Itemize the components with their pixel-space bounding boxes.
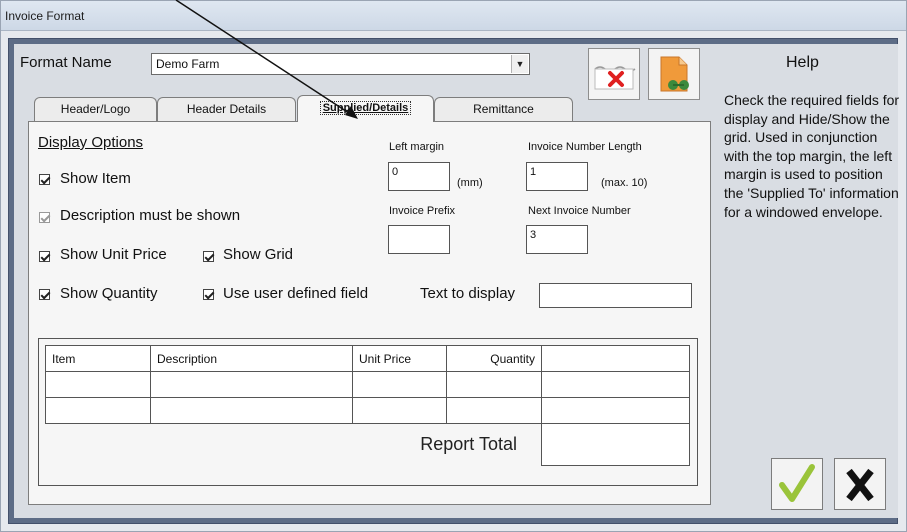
format-name-label: Format Name (20, 54, 112, 71)
column-header-extra (541, 345, 690, 372)
invoice-prefix-label: Invoice Prefix (389, 205, 456, 217)
table-cell (45, 371, 151, 398)
table-cell (352, 371, 447, 398)
column-header-unit-price: Unit Price (352, 345, 447, 372)
tab-header-logo[interactable]: Header/Logo (34, 97, 157, 121)
next-invoice-number-label: Next Invoice Number (528, 205, 631, 217)
delete-document-icon (594, 66, 636, 90)
display-options-heading: Display Options (38, 134, 144, 151)
column-header-description: Description (150, 345, 353, 372)
window-title: Invoice Format (5, 9, 85, 23)
show-item-checkbox[interactable] (39, 174, 50, 185)
tab-header-details[interactable]: Header Details (157, 97, 296, 121)
text-to-display-input[interactable] (539, 283, 692, 308)
left-margin-unit: (mm) (457, 177, 483, 189)
title-bar[interactable]: Invoice Format (1, 1, 906, 31)
use-user-defined-field-checkbox[interactable] (203, 289, 214, 300)
invoice-number-length-label: Invoice Number Length (528, 141, 642, 153)
tab-supplied-details[interactable]: Supplied/Details (297, 95, 434, 122)
table-cell (446, 397, 542, 424)
report-total-label: Report Total (420, 434, 517, 455)
total-row: Report Total (46, 423, 690, 466)
tab-header-logo-label: Header/Logo (60, 102, 131, 116)
description-must-be-shown-checkbox (39, 212, 50, 223)
show-unit-price-checkbox[interactable] (39, 251, 50, 262)
table-row (45, 371, 690, 398)
table-cell (541, 371, 690, 398)
invoice-prefix-input[interactable] (388, 225, 450, 254)
column-header-item: Item (45, 345, 151, 372)
format-name-select[interactable]: Demo Farm ▼ (151, 53, 530, 75)
format-name-value: Demo Farm (156, 57, 220, 71)
table-cell (45, 397, 151, 424)
left-margin-input[interactable]: 0 (388, 162, 450, 191)
text-to-display-label: Text to display (420, 285, 516, 302)
close-icon (846, 468, 874, 502)
show-item-label: Show Item (60, 170, 131, 187)
table-header-row: Item Description Unit Price Quantity (45, 345, 690, 372)
invoice-number-length-hint: (max. 10) (601, 177, 648, 189)
next-invoice-number-input[interactable]: 3 (526, 225, 588, 254)
tab-remittance[interactable]: Remittance (434, 97, 573, 121)
show-quantity-checkbox[interactable] (39, 289, 50, 300)
table-cell (541, 397, 690, 424)
export-format-button[interactable] (648, 48, 700, 100)
invoice-number-length-input[interactable]: 1 (526, 162, 588, 191)
description-must-be-shown-label: Description must be shown (60, 207, 241, 224)
column-header-quantity: Quantity (446, 345, 542, 372)
table-cell (446, 371, 542, 398)
ok-button[interactable] (771, 458, 823, 510)
use-user-defined-field-label: Use user defined field (223, 285, 369, 302)
checkmark-icon (779, 464, 815, 502)
show-quantity-label: Show Quantity (60, 285, 158, 302)
tab-supplied-details-label: Supplied/Details (319, 101, 412, 115)
table-cell (352, 397, 447, 424)
tab-remittance-label: Remittance (473, 102, 534, 116)
document-export-icon (660, 56, 689, 92)
delete-format-button[interactable] (588, 48, 640, 100)
left-margin-label: Left margin (389, 141, 445, 153)
show-unit-price-label: Show Unit Price (60, 246, 167, 263)
preview-grid: Item Description Unit Price Quantity Rep… (45, 345, 690, 466)
help-title: Help (786, 54, 819, 71)
table-row (45, 397, 690, 424)
report-total-value (541, 423, 690, 466)
tab-header-details-label: Header Details (186, 102, 267, 116)
dropdown-arrow-icon[interactable]: ▼ (511, 55, 528, 73)
table-cell (150, 397, 353, 424)
table-cell (150, 371, 353, 398)
preview-table: Item Description Unit Price Quantity Rep… (45, 345, 690, 466)
show-grid-label: Show Grid (223, 246, 294, 263)
cancel-button[interactable] (834, 458, 886, 510)
show-grid-checkbox[interactable] (203, 251, 214, 262)
help-text: Check the required fields for display an… (724, 92, 900, 220)
